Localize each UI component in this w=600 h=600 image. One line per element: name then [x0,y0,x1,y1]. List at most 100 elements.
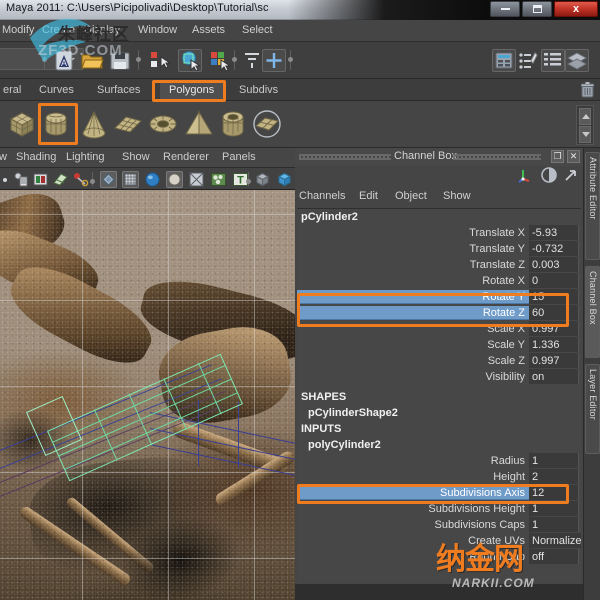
cb-row-subdivisions-axis[interactable]: Subdivisions Axis 12 [297,485,581,501]
smooth-shade-icon[interactable] [122,171,139,188]
menu-select[interactable]: Select [242,24,273,36]
snap-to-point-icon[interactable] [262,49,286,72]
cb-value[interactable]: 1.336 [529,337,579,352]
wireframe-shading-icon[interactable] [100,171,117,188]
scroll-up-arrow[interactable] [579,108,591,125]
poly-torus-icon[interactable] [147,108,179,140]
new-scene-icon[interactable]: A [52,49,76,72]
cb-row-height[interactable]: Height 2 [297,469,581,485]
xray-icon[interactable] [210,171,227,188]
cb-row-rotate-z[interactable]: Rotate Z 60 [297,305,581,321]
shelf-tab-surfaces[interactable]: Surfaces [88,81,149,100]
trash-can-icon[interactable] [581,82,594,98]
tool-settings-toggle-icon[interactable] [517,49,541,72]
cb-value[interactable]: -5.93 [529,225,579,240]
poly-cone-icon[interactable] [78,108,110,140]
close-button[interactable]: x [554,1,598,17]
perspective-viewport[interactable] [0,190,295,600]
panel-menu-lighting[interactable]: Lighting [66,151,105,163]
panel-menu-view[interactable]: w [0,151,7,163]
channel-box-attribute-list[interactable]: pCylinder2 Translate X -5.93 Translate Y… [297,208,581,583]
cb-row-scale-x[interactable]: Scale X 0.997 [297,321,581,337]
cb-value[interactable]: 1 [529,517,579,532]
cb-row-visibility[interactable]: Visibility on [297,369,581,385]
use-default-light-icon[interactable] [166,171,183,188]
cb-row-create-uvs[interactable]: Create UVs Normalize ... [297,533,581,549]
shelf-scroll-buttons[interactable] [576,105,594,145]
tab-channel-box[interactable]: Channel Box [585,266,600,358]
ipr-render-icon[interactable] [32,171,49,188]
cb-row-rotate-y[interactable]: Rotate Y 15 [297,289,581,305]
isolate-select-icon[interactable] [254,171,271,188]
panel-menu-panels[interactable]: Panels [222,151,256,163]
select-by-hierarchy-icon[interactable] [148,49,172,72]
light-render-icon[interactable] [72,171,89,188]
cb-row-scale-y[interactable]: Scale Y 1.336 [297,337,581,353]
cb-menu-edit[interactable]: Edit [359,190,378,202]
cb-row-translate-z[interactable]: Translate Z 0.003 [297,257,581,273]
cb-row-subdivisions-height[interactable]: Subdivisions Height 1 [297,501,581,517]
menu-display[interactable]: Display [84,24,120,36]
cb-value[interactable]: 60 [529,305,579,320]
panel-menu-renderer[interactable]: Renderer [163,151,209,163]
panel-float-button[interactable]: ❐ [551,150,564,163]
poly-cylinder-icon[interactable] [40,108,72,140]
shelf-tab-subdivs[interactable]: Subdivs [230,81,287,100]
cb-value[interactable]: 0 [529,273,579,288]
cb-value[interactable]: -0.732 [529,241,579,256]
panel-grip-left[interactable] [299,154,391,160]
grid-toggle-icon[interactable] [276,171,293,188]
cb-row-rotate-x[interactable]: Rotate X 0 [297,273,581,289]
select-by-object-icon[interactable] [178,49,202,72]
cb-value[interactable]: 12 [529,485,579,500]
menu-window[interactable]: Window [138,24,177,36]
layer-editor-toggle-icon[interactable] [565,49,589,72]
render-view-icon[interactable] [12,171,29,188]
cb-value[interactable]: 15 [529,289,579,304]
channel-box-toggle-icon[interactable] [541,49,565,72]
cb-value[interactable]: Normalize ... [529,533,581,548]
render-settings-icon[interactable] [52,171,69,188]
cb-value[interactable]: 2 [529,469,579,484]
cb-row-subdivisions-caps[interactable]: Subdivisions Caps 1 [297,517,581,533]
select-by-component-icon[interactable] [208,49,232,72]
minimize-button[interactable] [490,1,520,17]
shadow-icon[interactable] [188,171,205,188]
arrow-up-right-icon[interactable] [562,166,580,189]
panel-grip-right[interactable] [453,154,541,160]
cb-input-node[interactable]: polyCylinder2 [297,437,581,453]
cb-row-radius[interactable]: Radius 1 [297,453,581,469]
cb-value[interactable]: 1 [529,453,579,468]
shelf-tab-general[interactable]: eral [0,81,30,100]
poly-pipe-icon[interactable] [217,108,249,140]
tab-attribute-editor[interactable]: Attribute Editor [585,152,600,260]
speed-toggle-icon[interactable] [540,166,558,189]
cb-value[interactable]: on [529,369,579,384]
scroll-down-arrow[interactable] [579,126,591,143]
cb-shape-node[interactable]: pCylinderShape2 [297,405,581,421]
cb-row-translate-y[interactable]: Translate Y -0.732 [297,241,581,257]
cb-menu-channels[interactable]: Channels [299,190,345,202]
attribute-editor-toggle-icon[interactable] [492,49,516,72]
cb-menu-object[interactable]: Object [395,190,427,202]
panel-close-button[interactable]: ✕ [567,150,580,163]
shelf-tab-curves[interactable]: Curves [30,81,83,100]
panel-menu-show[interactable]: Show [122,151,150,163]
cb-value[interactable]: 0.997 [529,353,579,368]
poly-prism-icon[interactable] [251,108,283,140]
panel-menu-shading[interactable]: Shading [16,151,56,163]
cb-row-scale-z[interactable]: Scale Z 0.997 [297,353,581,369]
poly-pyramid-icon[interactable] [183,108,215,140]
cb-value[interactable]: 1 [529,501,579,516]
cb-value[interactable]: 0.003 [529,257,579,272]
shelf-tab-polygons[interactable]: Polygons [160,81,223,100]
cb-value[interactable]: off [529,549,579,564]
poly-plane-icon[interactable] [112,108,144,140]
cb-value[interactable]: 0.997 [529,321,579,336]
open-scene-icon[interactable] [80,49,104,72]
snap-to-grid-icon[interactable] [240,49,264,72]
tab-layer-editor[interactable]: Layer Editor [585,364,600,454]
cb-menu-show[interactable]: Show [443,190,471,202]
hardware-texture-icon[interactable] [144,171,161,188]
menu-assets[interactable]: Assets [192,24,225,36]
